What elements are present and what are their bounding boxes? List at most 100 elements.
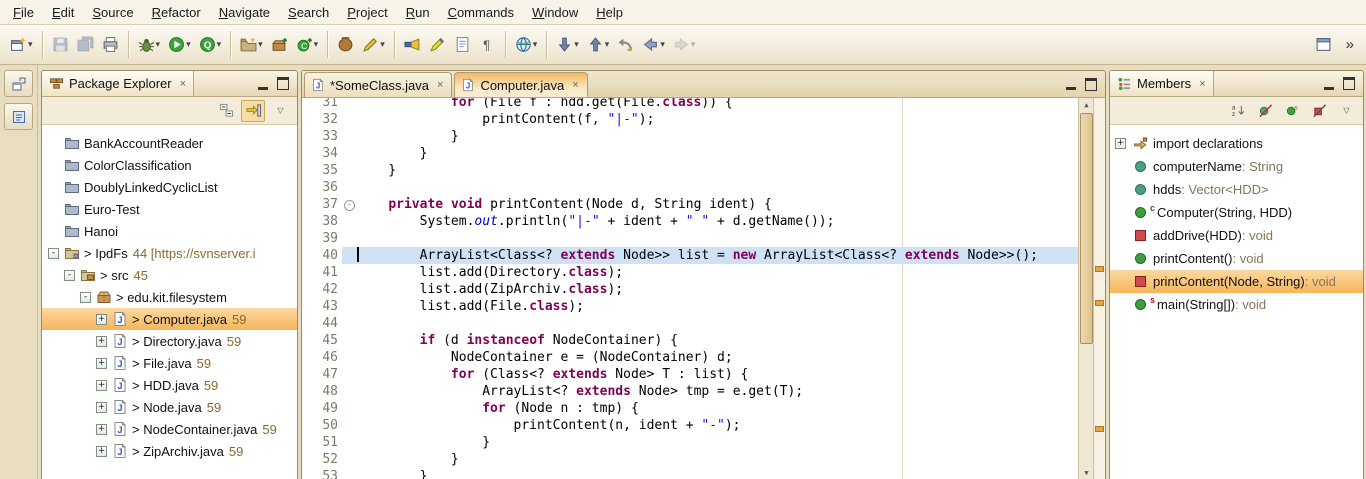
annotation-mark[interactable] (1095, 266, 1104, 272)
code-line-51[interactable]: 51 } (302, 434, 1078, 451)
menu-source[interactable]: Source (83, 2, 142, 23)
tree-item-src[interactable]: -> src45 (42, 264, 297, 286)
expander-plus-icon[interactable]: + (96, 358, 107, 369)
show-whitespace-button[interactable] (476, 30, 499, 60)
close-tab-icon[interactable]: × (437, 79, 443, 91)
code-line-35[interactable]: 35 } (302, 162, 1078, 179)
menu-window[interactable]: Window (523, 2, 587, 23)
expander-plus-icon[interactable]: + (96, 424, 107, 435)
tree-item-computer-java[interactable]: +> Computer.java59 (42, 308, 297, 330)
code-line-42[interactable]: 42 list.add(ZipArchiv.class); (302, 281, 1078, 298)
code-line-52[interactable]: 52 } (302, 451, 1078, 468)
hide-fields-button[interactable] (1253, 100, 1277, 122)
menu-commands[interactable]: Commands (439, 2, 523, 23)
tree-item-ipdfs[interactable]: -> IpdFs44 [https://svnserver.i (42, 242, 297, 264)
member-computer-string-hdd[interactable]: +cComputer(String, HDD) (1110, 201, 1363, 224)
dropdown-arrow-icon[interactable]: ▾ (533, 39, 538, 50)
previous-annotation-button[interactable]: ▾ (584, 30, 613, 60)
new-class-button[interactable]: ▾ (293, 30, 322, 60)
expander-plus-icon[interactable]: + (96, 336, 107, 347)
expander-plus-icon[interactable]: + (96, 380, 107, 391)
code-editor[interactable]: 31 for (File f : hdd.get(File.class)) { 3… (302, 98, 1105, 479)
code-line-39[interactable]: 39 (302, 230, 1078, 247)
expander-plus-icon[interactable]: + (96, 446, 107, 457)
menu-file[interactable]: File (4, 2, 43, 23)
annotation-mark[interactable] (1095, 426, 1104, 432)
tree-item-nodecontainer-java[interactable]: +> NodeContainer.java59 (42, 418, 297, 440)
back-button[interactable]: ▾ (639, 30, 668, 60)
maximize-button[interactable] (1343, 77, 1355, 90)
tree-item-bankaccountreader[interactable]: +BankAccountReader (42, 132, 297, 154)
menu-search[interactable]: Search (279, 2, 338, 23)
tree-item-colorclassification[interactable]: +ColorClassification (42, 154, 297, 176)
member-hdds[interactable]: +hdds : Vector<HDD> (1110, 178, 1363, 201)
member-import-declarations[interactable]: +import declarations (1110, 132, 1363, 155)
package-explorer-tab[interactable]: Package Explorer × (42, 71, 194, 96)
show-selected-element-button[interactable] (451, 30, 474, 60)
view-menu-button[interactable]: ▽ (1334, 100, 1358, 122)
minimize-button[interactable] (258, 78, 268, 90)
tab-someclass-java[interactable]: *SomeClass.java × (304, 72, 452, 97)
members-tab[interactable]: Members × (1110, 71, 1214, 96)
print-button[interactable] (99, 30, 122, 60)
restore-views-button[interactable] (4, 70, 33, 97)
external-tools-button[interactable]: ▾ (196, 30, 225, 60)
expander-minus-icon[interactable]: - (48, 248, 59, 259)
menu-run[interactable]: Run (397, 2, 439, 23)
dropdown-arrow-icon[interactable]: ▾ (660, 39, 665, 50)
code-line-40[interactable]: 40 ArrayList<Class<? extends Node>> list… (302, 247, 1078, 264)
code-line-49[interactable]: 49 for (Node n : tmp) { (302, 400, 1078, 417)
scrollbar-thumb[interactable] (1080, 113, 1093, 344)
scroll-up-icon[interactable]: ▲ (1079, 98, 1094, 111)
last-edit-location-button[interactable] (614, 30, 637, 60)
dropdown-arrow-icon[interactable]: ▾ (380, 39, 385, 50)
javadoc-button[interactable]: ▾ (359, 30, 388, 60)
new-java-project-button[interactable]: ▾ (237, 30, 266, 60)
hide-static-button[interactable] (1280, 100, 1304, 122)
scroll-down-icon[interactable]: ▼ (1079, 466, 1094, 479)
code-line-31[interactable]: 31 for (File f : hdd.get(File.class)) { (302, 98, 1078, 111)
view-menu-button[interactable]: ▽ (268, 100, 292, 122)
hide-nonpublic-button[interactable] (1307, 100, 1331, 122)
dropdown-arrow-icon[interactable]: ▾ (605, 39, 610, 50)
mark-occurrences-button[interactable] (426, 30, 449, 60)
close-tab-icon[interactable]: × (572, 79, 578, 91)
code-line-50[interactable]: 50 printContent(n, ident + "-"); (302, 417, 1078, 434)
link-with-editor-button[interactable] (241, 100, 265, 122)
dropdown-arrow-icon[interactable]: ▾ (258, 39, 263, 50)
debug-button[interactable]: ▾ (135, 30, 164, 60)
menu-edit[interactable]: Edit (43, 2, 83, 23)
tree-item-node-java[interactable]: +> Node.java59 (42, 396, 297, 418)
expander-plus-icon[interactable]: + (96, 314, 107, 325)
code-line-53[interactable]: 53 } (302, 468, 1078, 479)
collapse-all-button[interactable] (214, 100, 238, 122)
code-line-34[interactable]: 34 } (302, 145, 1078, 162)
export-jar-button[interactable] (334, 30, 357, 60)
menu-project[interactable]: Project (338, 2, 396, 23)
toolbar-overflow-button[interactable]: » (1341, 30, 1359, 60)
minimize-button[interactable] (1324, 78, 1334, 90)
editor-window-button[interactable] (1312, 30, 1335, 60)
tree-item-hdd-java[interactable]: +> HDD.java59 (42, 374, 297, 396)
new-package-button[interactable] (268, 30, 291, 60)
open-web-browser-button[interactable]: ▾ (512, 30, 541, 60)
tree-item-ziparchiv-java[interactable]: +> ZipArchiv.java59 (42, 440, 297, 462)
code-line-41[interactable]: 41 list.add(Directory.class); (302, 264, 1078, 281)
dropdown-arrow-icon[interactable]: ▾ (314, 39, 319, 50)
dropdown-arrow-icon[interactable]: ▾ (217, 39, 222, 50)
code-line-37[interactable]: 37- private void printContent(Node d, St… (302, 196, 1078, 213)
maximize-button[interactable] (1085, 78, 1097, 91)
member-printcontent-node-string[interactable]: +printContent(Node, String) : void (1110, 270, 1363, 293)
code-line-46[interactable]: 46 NodeContainer e = (NodeContainer) d; (302, 349, 1078, 366)
code-line-36[interactable]: 36 (302, 179, 1078, 196)
expander-plus-icon[interactable]: + (96, 402, 107, 413)
minimize-button[interactable] (1066, 78, 1076, 90)
overview-ruler[interactable] (1093, 98, 1105, 479)
code-line-38[interactable]: 38 System.out.println("|-" + ident + " "… (302, 213, 1078, 230)
tree-item-file-java[interactable]: +> File.java59 (42, 352, 297, 374)
close-view-icon[interactable]: × (180, 78, 186, 90)
run-button[interactable]: ▾ (165, 30, 194, 60)
tree-item-edu-kit-filesystem[interactable]: -> edu.kit.filesystem (42, 286, 297, 308)
code-line-43[interactable]: 43 list.add(File.class); (302, 298, 1078, 315)
minimized-view-button[interactable] (4, 103, 33, 130)
